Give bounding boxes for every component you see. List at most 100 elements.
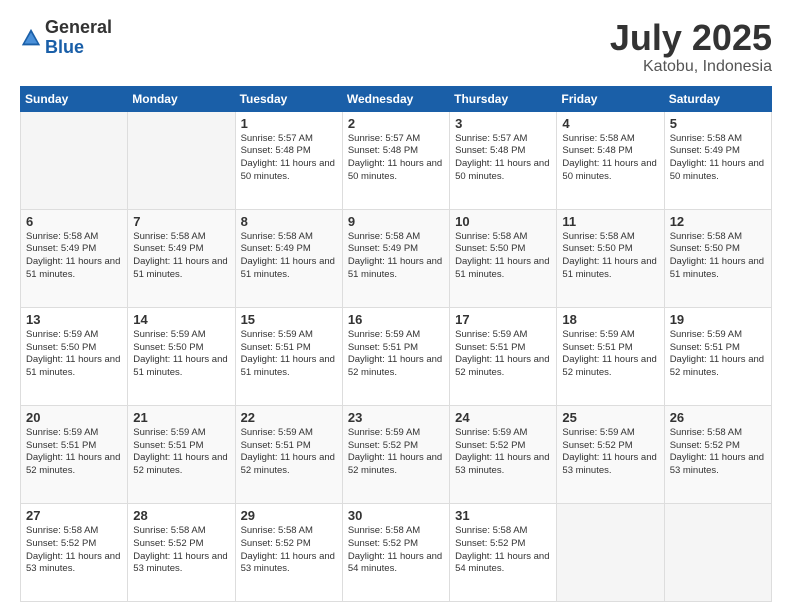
day-info: Sunrise: 5:59 AM Sunset: 5:50 PM Dayligh… (26, 329, 122, 380)
day-number: 6 (26, 214, 122, 229)
weekday-header-row: SundayMondayTuesdayWednesdayThursdayFrid… (21, 86, 772, 111)
calendar-cell: 5 Sunrise: 5:58 AM Sunset: 5:49 PM Daylig… (664, 111, 771, 209)
calendar-header: SundayMondayTuesdayWednesdayThursdayFrid… (21, 86, 772, 111)
logo: General Blue (20, 18, 112, 58)
calendar-cell: 30 Sunrise: 5:58 AM Sunset: 5:52 PM Dayli… (342, 503, 449, 601)
calendar-week-row: 1 Sunrise: 5:57 AM Sunset: 5:48 PM Daylig… (21, 111, 772, 209)
day-number: 24 (455, 410, 551, 425)
day-number: 7 (133, 214, 229, 229)
day-info: Sunrise: 5:58 AM Sunset: 5:50 PM Dayligh… (670, 231, 766, 282)
logo-blue: Blue (45, 38, 112, 58)
day-info: Sunrise: 5:58 AM Sunset: 5:52 PM Dayligh… (348, 525, 444, 576)
calendar-cell: 10Sunrise: 5:58 AM Sunset: 5:50 PM Dayli… (450, 209, 557, 307)
calendar-cell (557, 503, 664, 601)
calendar-week-row: 13 Sunrise: 5:59 AM Sunset: 5:50 PM Dayli… (21, 307, 772, 405)
day-info: Sunrise: 5:58 AM Sunset: 5:49 PM Dayligh… (670, 133, 766, 184)
day-number: 19 (670, 312, 766, 327)
day-number: 15 (241, 312, 337, 327)
calendar-cell: 11 Sunrise: 5:58 AM Sunset: 5:50 PM Dayli… (557, 209, 664, 307)
day-info: Sunrise: 5:59 AM Sunset: 5:52 PM Dayligh… (562, 427, 658, 478)
day-info: Sunrise: 5:58 AM Sunset: 5:50 PM Dayligh… (562, 231, 658, 282)
day-info: Sunrise: 5:58 AM Sunset: 5:48 PM Dayligh… (562, 133, 658, 184)
day-number: 13 (26, 312, 122, 327)
day-number: 25 (562, 410, 658, 425)
page: General Blue July 2025 Katobu, Indonesia… (0, 0, 792, 612)
day-number: 29 (241, 508, 337, 523)
calendar-cell: 29Sunrise: 5:58 AM Sunset: 5:52 PM Dayli… (235, 503, 342, 601)
day-info: Sunrise: 5:59 AM Sunset: 5:51 PM Dayligh… (562, 329, 658, 380)
calendar-cell: 4 Sunrise: 5:58 AM Sunset: 5:48 PM Daylig… (557, 111, 664, 209)
day-number: 3 (455, 116, 551, 131)
day-number: 26 (670, 410, 766, 425)
calendar-cell: 7 Sunrise: 5:58 AM Sunset: 5:49 PM Daylig… (128, 209, 235, 307)
calendar-cell (128, 111, 235, 209)
day-number: 23 (348, 410, 444, 425)
day-number: 20 (26, 410, 122, 425)
calendar-cell: 21 Sunrise: 5:59 AM Sunset: 5:51 PM Dayli… (128, 405, 235, 503)
logo-general: General (45, 18, 112, 38)
day-info: Sunrise: 5:58 AM Sunset: 5:49 PM Dayligh… (26, 231, 122, 282)
day-info: Sunrise: 5:58 AM Sunset: 5:49 PM Dayligh… (133, 231, 229, 282)
calendar-cell: 22 Sunrise: 5:59 AM Sunset: 5:51 PM Dayli… (235, 405, 342, 503)
day-info: Sunrise: 5:59 AM Sunset: 5:51 PM Dayligh… (241, 329, 337, 380)
calendar-week-row: 27 Sunrise: 5:58 AM Sunset: 5:52 PM Dayli… (21, 503, 772, 601)
month-year: July 2025 (610, 18, 772, 58)
day-number: 4 (562, 116, 658, 131)
day-info: Sunrise: 5:58 AM Sunset: 5:52 PM Dayligh… (670, 427, 766, 478)
calendar-cell: 1 Sunrise: 5:57 AM Sunset: 5:48 PM Daylig… (235, 111, 342, 209)
day-number: 21 (133, 410, 229, 425)
day-info: Sunrise: 5:59 AM Sunset: 5:52 PM Dayligh… (348, 427, 444, 478)
day-info: Sunrise: 5:57 AM Sunset: 5:48 PM Dayligh… (241, 133, 337, 184)
day-info: Sunrise: 5:58 AM Sunset: 5:52 PM Dayligh… (133, 525, 229, 576)
calendar-cell: 16Sunrise: 5:59 AM Sunset: 5:51 PM Dayli… (342, 307, 449, 405)
weekday-header-monday: Monday (128, 86, 235, 111)
calendar-cell: 23 Sunrise: 5:59 AM Sunset: 5:52 PM Dayli… (342, 405, 449, 503)
day-info: Sunrise: 5:58 AM Sunset: 5:52 PM Dayligh… (26, 525, 122, 576)
calendar-cell: 14 Sunrise: 5:59 AM Sunset: 5:50 PM Dayli… (128, 307, 235, 405)
day-number: 8 (241, 214, 337, 229)
day-number: 5 (670, 116, 766, 131)
day-info: Sunrise: 5:59 AM Sunset: 5:50 PM Dayligh… (133, 329, 229, 380)
day-number: 27 (26, 508, 122, 523)
day-number: 10 (455, 214, 551, 229)
day-number: 31 (455, 508, 551, 523)
day-number: 9 (348, 214, 444, 229)
calendar-cell (21, 111, 128, 209)
weekday-header-saturday: Saturday (664, 86, 771, 111)
day-number: 22 (241, 410, 337, 425)
calendar-cell: 9 Sunrise: 5:58 AM Sunset: 5:49 PM Daylig… (342, 209, 449, 307)
day-info: Sunrise: 5:59 AM Sunset: 5:51 PM Dayligh… (133, 427, 229, 478)
calendar-cell: 2Sunrise: 5:57 AM Sunset: 5:48 PM Daylig… (342, 111, 449, 209)
logo-text: General Blue (45, 18, 112, 58)
calendar-cell: 26 Sunrise: 5:58 AM Sunset: 5:52 PM Dayli… (664, 405, 771, 503)
calendar-cell: 28Sunrise: 5:58 AM Sunset: 5:52 PM Dayli… (128, 503, 235, 601)
calendar-cell: 24 Sunrise: 5:59 AM Sunset: 5:52 PM Dayli… (450, 405, 557, 503)
weekday-header-wednesday: Wednesday (342, 86, 449, 111)
day-info: Sunrise: 5:58 AM Sunset: 5:49 PM Dayligh… (348, 231, 444, 282)
calendar-week-row: 6 Sunrise: 5:58 AM Sunset: 5:49 PM Daylig… (21, 209, 772, 307)
calendar-cell: 3 Sunrise: 5:57 AM Sunset: 5:48 PM Daylig… (450, 111, 557, 209)
day-info: Sunrise: 5:58 AM Sunset: 5:49 PM Dayligh… (241, 231, 337, 282)
calendar-cell: 31Sunrise: 5:58 AM Sunset: 5:52 PM Dayli… (450, 503, 557, 601)
day-number: 18 (562, 312, 658, 327)
header: General Blue July 2025 Katobu, Indonesia (20, 18, 772, 76)
day-info: Sunrise: 5:59 AM Sunset: 5:51 PM Dayligh… (455, 329, 551, 380)
day-number: 30 (348, 508, 444, 523)
day-number: 14 (133, 312, 229, 327)
day-info: Sunrise: 5:59 AM Sunset: 5:51 PM Dayligh… (26, 427, 122, 478)
calendar-cell: 19Sunrise: 5:59 AM Sunset: 5:51 PM Dayli… (664, 307, 771, 405)
weekday-header-friday: Friday (557, 86, 664, 111)
calendar-cell: 13 Sunrise: 5:59 AM Sunset: 5:50 PM Dayli… (21, 307, 128, 405)
day-number: 11 (562, 214, 658, 229)
day-number: 16 (348, 312, 444, 327)
day-number: 1 (241, 116, 337, 131)
weekday-header-thursday: Thursday (450, 86, 557, 111)
day-info: Sunrise: 5:57 AM Sunset: 5:48 PM Dayligh… (455, 133, 551, 184)
day-number: 17 (455, 312, 551, 327)
logo-icon (20, 27, 42, 49)
day-number: 2 (348, 116, 444, 131)
day-info: Sunrise: 5:59 AM Sunset: 5:51 PM Dayligh… (241, 427, 337, 478)
weekday-header-sunday: Sunday (21, 86, 128, 111)
day-info: Sunrise: 5:59 AM Sunset: 5:52 PM Dayligh… (455, 427, 551, 478)
weekday-header-tuesday: Tuesday (235, 86, 342, 111)
